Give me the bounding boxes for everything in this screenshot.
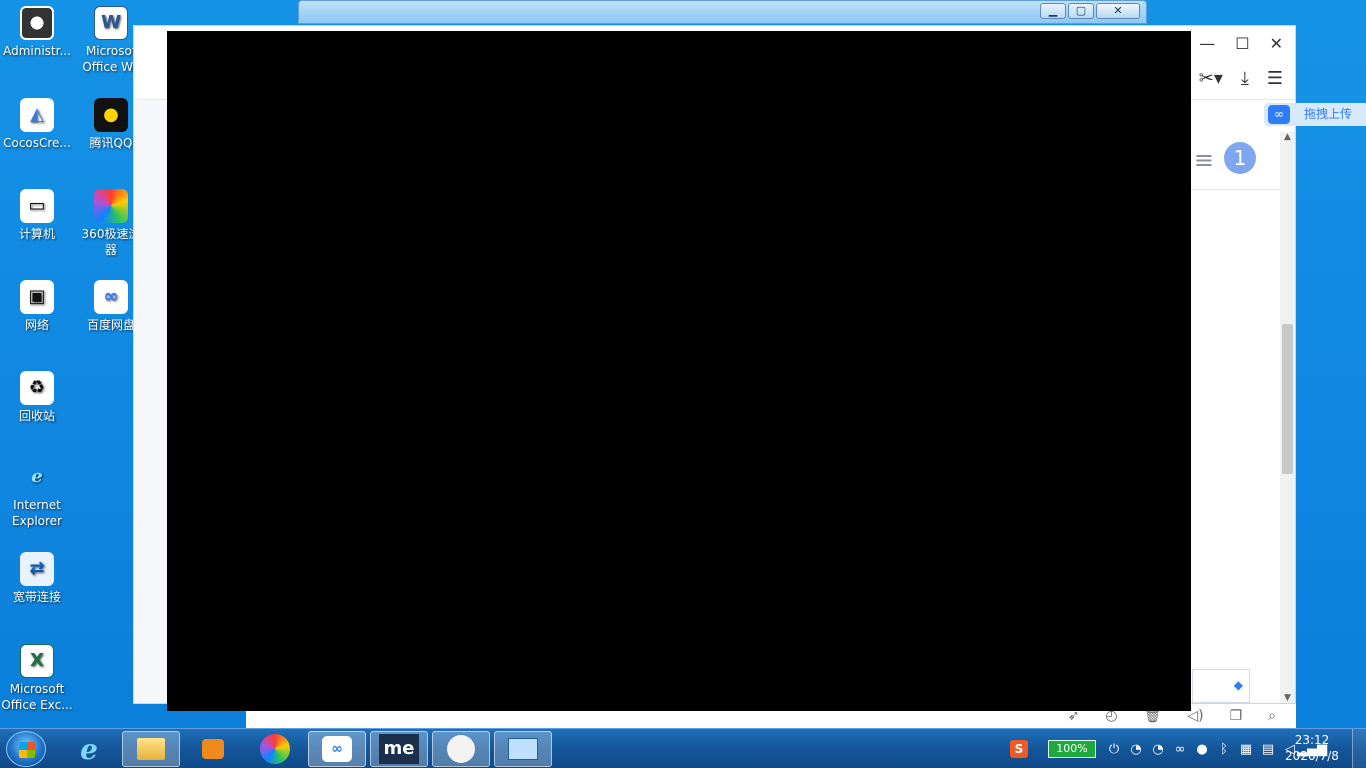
ie-icon: e xyxy=(80,732,98,766)
system-tray: S 100% ⏻ ◔ ◔ ∞ ● ᛒ ▦ ▤ ◁ ▂▄▆ xyxy=(1010,729,1327,768)
cocos-creator-icon: ◭ xyxy=(20,98,54,132)
taskbar-drop-app[interactable] xyxy=(432,731,490,767)
desktop-icon-recycle-bin[interactable]: ♻ 回收站 xyxy=(0,371,74,424)
taskbar: e ∞ me S 100% ⏻ ◔ ◔ ∞ ● ᛒ ▦ ▤ ◁ ▂▄▆ 23:1… xyxy=(0,728,1366,768)
scroll-down-icon[interactable]: ▼ xyxy=(1280,693,1295,703)
desktop-icon-computer[interactable]: ▭ 计算机 xyxy=(0,189,74,242)
taskbar-internet-explorer[interactable]: e xyxy=(60,731,118,767)
desktop-icon-internet-explorer[interactable]: e Internet Explorer xyxy=(0,460,74,529)
usb-icon[interactable]: ▤ xyxy=(1260,741,1276,757)
list-view-icon[interactable]: ≡ xyxy=(1194,146,1214,174)
desktop-icon-excel[interactable]: X Microsoft Office Exc... xyxy=(0,644,74,713)
baidu-netdisk-icon: ∞ xyxy=(322,736,352,762)
download-icon[interactable]: ⤓ xyxy=(1241,68,1249,89)
desktop-icon-network[interactable]: ▣ 网络 xyxy=(0,280,74,333)
sort-select[interactable]: ◆ xyxy=(1192,669,1250,703)
network-icon: ▣ xyxy=(20,280,54,314)
window-controls: ▁ ▢ ✕ xyxy=(1040,3,1140,19)
minimize-button[interactable]: ▁ xyxy=(1040,3,1066,19)
taskbar-file-explorer[interactable] xyxy=(122,731,180,767)
computer-icon: ▭ xyxy=(20,189,54,223)
scrollbar-thumb[interactable] xyxy=(1282,324,1293,474)
app-tray-icon[interactable]: ▦ xyxy=(1238,741,1254,757)
folder-icon xyxy=(137,738,165,760)
baidu-window-controls: — ☐ ✕ xyxy=(1199,34,1283,53)
select-arrows-icon: ◆ xyxy=(1233,678,1243,692)
scroll-up-icon[interactable]: ▲ xyxy=(1280,132,1295,142)
browser-360-icon xyxy=(260,734,290,764)
qq-tray-icon[interactable]: ● xyxy=(1194,741,1210,757)
windows-logo-icon xyxy=(19,742,35,758)
battery-indicator[interactable]: 100% xyxy=(1048,740,1096,758)
desktop-icon-cocos[interactable]: ◭ CocosCre... xyxy=(0,98,74,151)
minimize-icon[interactable]: — xyxy=(1199,34,1215,53)
taskbar-360-browser[interactable] xyxy=(246,731,304,767)
desktop-icon-administrator[interactable]: Administr... xyxy=(0,6,74,59)
desktop-icon-label: Microsoft xyxy=(9,682,65,696)
me-app-icon: me xyxy=(379,734,419,764)
browser-360-icon xyxy=(94,189,128,223)
clock[interactable]: 23:12 2020/7/8 xyxy=(1282,732,1342,764)
bluetooth-icon[interactable]: ᛒ xyxy=(1216,741,1232,757)
maximize-button[interactable]: ▢ xyxy=(1068,3,1094,19)
baidu-scrollbar[interactable]: ▲ ▼ xyxy=(1280,132,1295,703)
drop-tray-icon[interactable]: ◔ xyxy=(1128,741,1144,757)
black-overlay-window xyxy=(167,31,1191,711)
drop-tray-icon-2[interactable]: ◔ xyxy=(1150,741,1166,757)
desktop-icon-label: 宽带连接 xyxy=(12,590,61,604)
desktop-icon-label: Office Exc... xyxy=(1,698,73,712)
scissors-icon[interactable]: ✂▾ xyxy=(1199,68,1223,89)
desktop-icon-label: Internet xyxy=(13,498,61,512)
taskbar-media-player[interactable] xyxy=(184,731,242,767)
clock-date: 2020/7/8 xyxy=(1285,749,1339,763)
desktop-icon-broadband[interactable]: ⇄ 宽带连接 xyxy=(0,552,74,605)
excel-icon: X xyxy=(20,644,54,678)
taskbar-me-app[interactable]: me xyxy=(370,731,428,767)
start-button[interactable] xyxy=(6,731,46,767)
baidu-tray-icon[interactable]: ∞ xyxy=(1172,741,1188,757)
desktop-icon-label: Explorer xyxy=(12,514,62,528)
broadband-icon: ⇄ xyxy=(20,552,54,586)
maximize-icon[interactable]: ☐ xyxy=(1235,34,1249,53)
drag-upload-label: 拖拽上传 xyxy=(1304,107,1353,121)
show-desktop-button[interactable] xyxy=(1352,729,1366,768)
background-window-titlebar[interactable]: ▁ ▢ ✕ xyxy=(298,0,1147,24)
user-account-icon xyxy=(20,6,54,40)
desktop-icon-label: Administr... xyxy=(3,44,71,58)
baidu-netdisk-icon: ∞ xyxy=(94,280,128,314)
ie-icon: e xyxy=(31,466,43,487)
close-button[interactable]: ✕ xyxy=(1096,3,1140,19)
recycle-bin-icon: ♻ xyxy=(20,371,54,405)
media-player-icon xyxy=(202,739,224,759)
desktop-icon-label: 计算机 xyxy=(18,227,55,241)
desktop-icon-label: 回收站 xyxy=(18,409,55,423)
search-icon[interactable]: ⌕ xyxy=(1268,708,1276,724)
qq-icon: ● xyxy=(94,98,128,132)
window-icon[interactable]: ❐ xyxy=(1230,708,1243,724)
taskbar-baidu-netdisk[interactable]: ∞ xyxy=(308,731,366,767)
baidu-cloud-icon: ∞ xyxy=(1268,105,1290,124)
word-icon: W xyxy=(94,6,128,40)
water-drop-icon xyxy=(447,735,475,763)
sogou-input-icon[interactable]: S xyxy=(1010,740,1028,758)
close-icon[interactable]: ✕ xyxy=(1270,34,1283,53)
clock-time: 23:12 xyxy=(1294,733,1330,747)
baidu-toolbar: ✂▾ ⤓ ☰ xyxy=(1199,68,1283,89)
notification-badge[interactable]: 1 xyxy=(1224,142,1256,174)
desktop-icon-label: CocosCre... xyxy=(3,136,71,150)
menu-icon[interactable]: ☰ xyxy=(1267,68,1283,89)
drag-upload-tab[interactable]: ∞ 拖拽上传 xyxy=(1264,103,1366,126)
control-panel-icon xyxy=(508,738,538,760)
power-plug-icon[interactable]: ⏻ xyxy=(1106,741,1122,757)
taskbar-control-panel[interactable] xyxy=(494,731,552,767)
desktop-icon-label: 网络 xyxy=(24,318,49,332)
